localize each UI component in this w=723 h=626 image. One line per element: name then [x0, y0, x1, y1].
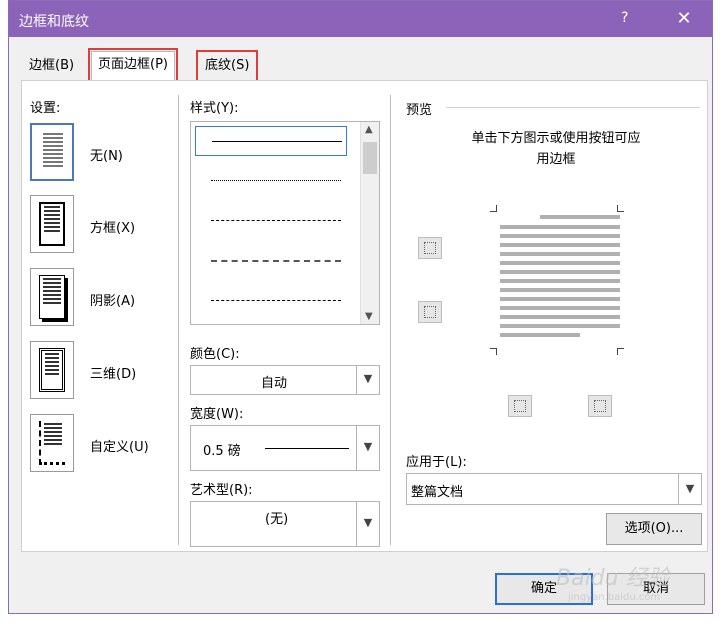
art-label: 艺术型(R):: [190, 483, 253, 498]
corner-mark: [617, 348, 624, 355]
style-listbox[interactable]: ▲ ▼: [190, 121, 380, 325]
tab-borders[interactable]: 边框(B): [23, 53, 80, 79]
page-thumbnail: [39, 202, 65, 246]
style-option-dash-dot[interactable]: [195, 286, 347, 316]
chevron-down-icon: ▼: [363, 516, 373, 529]
chevron-down-icon: ▼: [363, 440, 373, 453]
setting-none-label[interactable]: 无(N): [90, 145, 123, 164]
art-dropdown-button[interactable]: ▼: [356, 502, 379, 546]
preview-text-line: [500, 261, 620, 265]
long-dashed-line: [211, 260, 341, 262]
preview-text-line: [500, 279, 620, 283]
left-border-button[interactable]: [508, 395, 532, 417]
corner-mark: [490, 205, 497, 212]
page-thumbnail: [39, 348, 65, 392]
setting-3d-icon[interactable]: [30, 341, 74, 399]
preview-text-line: [500, 306, 620, 310]
color-label: 颜色(C):: [190, 347, 240, 362]
width-value: 0.5 磅: [203, 444, 241, 459]
chevron-down-icon: ▼: [363, 372, 373, 385]
style-option-dashed-small[interactable]: [195, 206, 347, 236]
setting-custom-icon[interactable]: [30, 414, 74, 472]
top-border-button[interactable]: [418, 237, 442, 259]
top-border-icon: [424, 242, 436, 254]
borders-shading-dialog: 边框和底纹 ? ✕ 边框(B) 页面边框(P) 底纹(S) 设置: 无(N) 方…: [8, 0, 713, 614]
apply-to-value: 整篇文档: [411, 485, 464, 500]
style-option-dotted[interactable]: [195, 166, 347, 196]
settings-header: 设置:: [30, 101, 61, 116]
art-value: (无): [265, 512, 289, 527]
preview-hint: 单击下方图示或使用按钮可应 用边框: [406, 127, 706, 167]
chevron-down-icon[interactable]: ▼: [365, 311, 373, 322]
preview-header-rule: [446, 107, 700, 108]
setting-box-icon[interactable]: [30, 195, 74, 253]
page-thumbnail: [39, 275, 65, 319]
setting-box-label[interactable]: 方框(X): [90, 217, 135, 236]
setting-shadow-icon[interactable]: [30, 268, 74, 326]
style-option-solid[interactable]: [195, 126, 347, 156]
preview-text-line: [500, 324, 620, 328]
width-line-sample: [265, 448, 349, 449]
preview-text-line: [500, 243, 620, 247]
help-icon[interactable]: ?: [621, 10, 628, 26]
style-label: 样式(Y):: [190, 101, 239, 116]
apply-to-label: 应用于(L):: [406, 455, 467, 470]
watermark-url: jingyan.baidu.com: [568, 592, 661, 603]
color-dropdown-button[interactable]: ▼: [356, 366, 379, 394]
preview-page[interactable]: [490, 205, 624, 355]
setting-custom-label[interactable]: 自定义(U): [90, 436, 149, 455]
divider: [178, 95, 179, 545]
apply-to-dropdown-button[interactable]: ▼: [678, 474, 701, 504]
options-button[interactable]: 选项(O)...: [606, 513, 702, 545]
setting-3d-label[interactable]: 三维(D): [90, 363, 136, 382]
divider: [390, 95, 391, 545]
preview-text-line: [500, 252, 620, 256]
preview-header: 预览: [406, 103, 433, 118]
chevron-up-icon[interactable]: ▲: [365, 124, 373, 135]
scroll-thumb[interactable]: [363, 142, 377, 174]
tab-page-border[interactable]: 页面边框(P): [88, 48, 178, 83]
apply-to-dropdown[interactable]: 整篇文档 ▼: [406, 473, 702, 505]
page-thumbnail: [39, 421, 65, 465]
preview-text-line: [500, 333, 580, 337]
solid-line: [212, 141, 342, 142]
width-dropdown[interactable]: 0.5 磅 ▼: [190, 425, 380, 471]
close-icon[interactable]: ✕: [669, 7, 699, 31]
setting-none-icon[interactable]: [30, 123, 74, 181]
page-thumbnail: [40, 131, 66, 175]
style-scrollbar[interactable]: ▲ ▼: [360, 122, 379, 324]
preview-text-line: [500, 288, 620, 292]
preview-text-line: [500, 270, 620, 274]
art-dropdown[interactable]: (无) ▼: [190, 501, 380, 547]
preview-text-line: [500, 234, 620, 238]
tab-panel: 设置: 无(N) 方框(X) 阴影(A) 三维(D) 自定义(U) 样式(Y):…: [21, 80, 708, 552]
tab-shading[interactable]: 底纹(S): [195, 50, 259, 82]
width-dropdown-button[interactable]: ▼: [356, 426, 379, 470]
left-border-icon: [514, 400, 526, 412]
corner-mark: [490, 348, 497, 355]
setting-shadow-label[interactable]: 阴影(A): [90, 290, 135, 309]
preview-text-line: [500, 297, 620, 301]
dotted-line: [211, 180, 341, 181]
title-bar: 边框和底纹 ? ✕: [9, 1, 712, 37]
right-border-button[interactable]: [588, 395, 612, 417]
right-border-icon: [594, 400, 606, 412]
bottom-border-button[interactable]: [418, 301, 442, 323]
dashed-line: [211, 220, 341, 221]
color-value: 自动: [261, 376, 288, 391]
corner-mark: [617, 205, 624, 212]
preview-text-line: [500, 225, 620, 229]
preview-text-line: [540, 215, 620, 219]
preview-hint-line1: 单击下方图示或使用按钮可应: [471, 131, 641, 146]
dash-dot-line: [211, 300, 341, 301]
bottom-border-icon: [424, 306, 436, 318]
dialog-title: 边框和底纹: [19, 14, 89, 30]
width-label: 宽度(W):: [190, 407, 244, 422]
chevron-down-icon: ▼: [685, 482, 695, 495]
style-option-dashed-large[interactable]: [195, 246, 347, 276]
watermark-logo: Baidu 经验: [556, 566, 670, 591]
preview-hint-line2: 用边框: [536, 152, 576, 167]
color-dropdown[interactable]: 自动 ▼: [190, 365, 380, 395]
preview-text-line: [500, 315, 620, 319]
